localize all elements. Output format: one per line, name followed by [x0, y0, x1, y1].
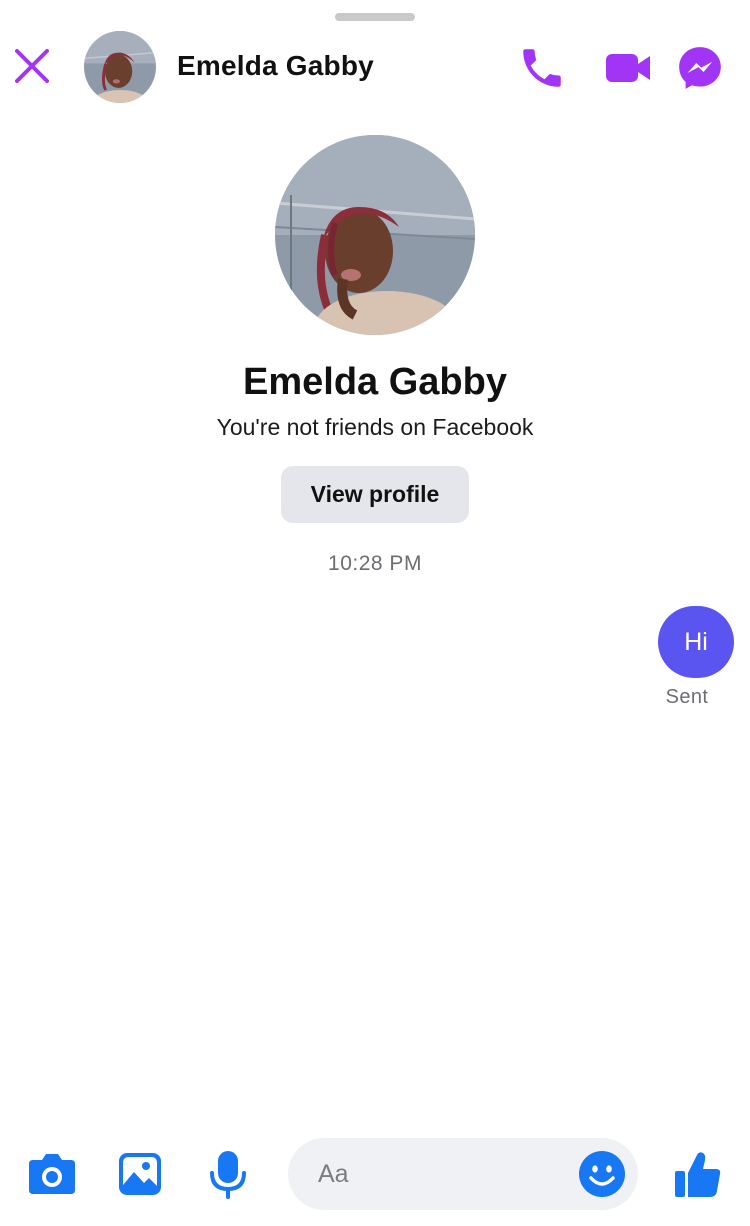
photo-gallery-icon — [119, 1153, 161, 1195]
avatar-photo — [84, 31, 156, 103]
sent-message-bubble[interactable]: Hi — [658, 606, 734, 678]
gallery-button[interactable] — [114, 1148, 166, 1200]
header-avatar[interactable] — [84, 31, 156, 103]
thumbs-up-icon — [675, 1152, 721, 1197]
emoji-button[interactable] — [578, 1150, 626, 1198]
voice-message-button[interactable] — [202, 1148, 254, 1200]
video-call-button[interactable] — [600, 40, 656, 96]
message-timestamp: 10:28 PM — [328, 552, 422, 575]
message-input[interactable] — [318, 1152, 568, 1196]
profile-avatar[interactable] — [275, 135, 475, 335]
profile-name: Emelda Gabby — [243, 361, 507, 403]
close-button[interactable] — [12, 46, 52, 86]
message-text: Hi — [684, 627, 708, 656]
messenger-icon — [679, 47, 721, 89]
video-camera-icon — [606, 54, 650, 82]
like-button[interactable] — [672, 1148, 724, 1200]
audio-call-button[interactable] — [514, 40, 570, 96]
message-status: Sent — [665, 686, 709, 708]
sheet-grabber-handle[interactable] — [335, 13, 415, 21]
microphone-icon — [210, 1151, 246, 1199]
close-icon — [15, 49, 49, 83]
camera-icon — [29, 1154, 75, 1194]
header-contact-name[interactable]: Emelda Gabby — [177, 50, 374, 82]
messenger-button[interactable] — [672, 40, 728, 96]
emoji-icon — [579, 1151, 625, 1197]
phone-icon — [523, 49, 561, 87]
friendship-status-text: You're not friends on Facebook — [216, 414, 534, 440]
view-profile-button[interactable]: View profile — [281, 466, 469, 523]
chat-sheet: Emelda Gabby Emelda Gabby You're not fri… — [0, 0, 750, 1226]
profile-photo — [275, 135, 475, 335]
camera-button[interactable] — [26, 1148, 78, 1200]
message-composer[interactable] — [288, 1138, 638, 1210]
